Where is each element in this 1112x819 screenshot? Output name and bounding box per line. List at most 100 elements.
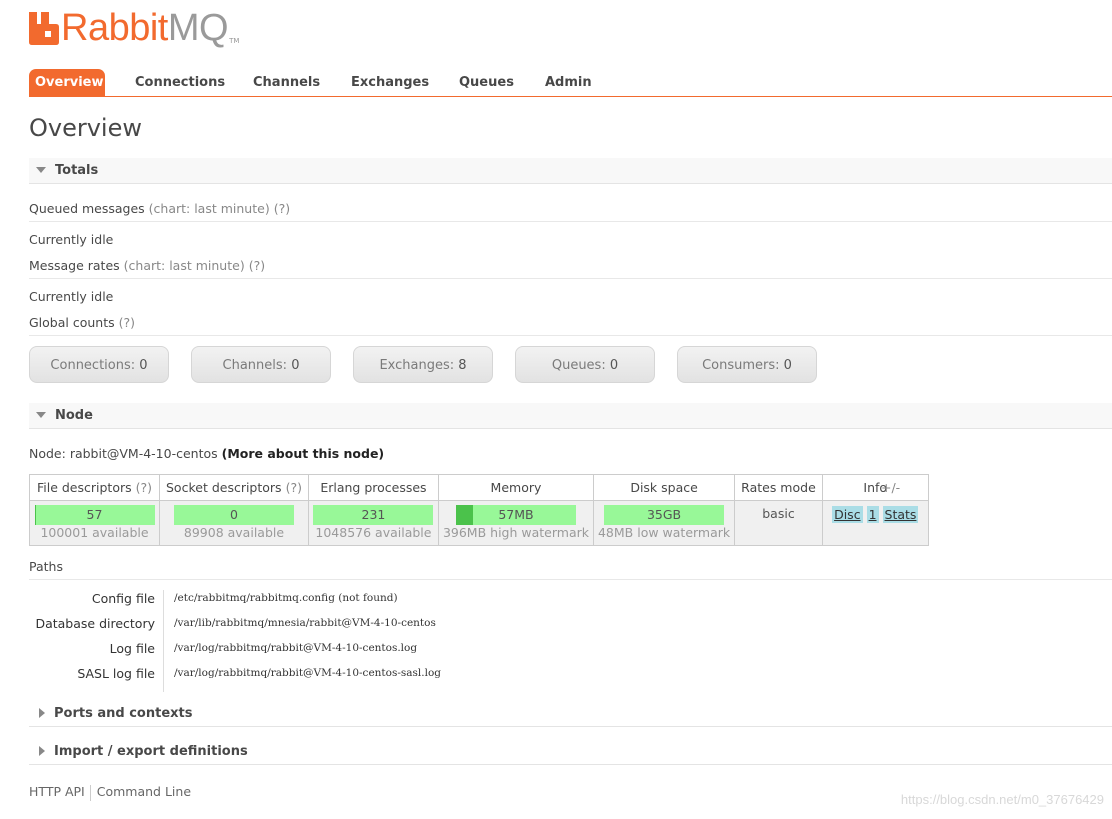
erlang-processes-available: 1048576 available bbox=[315, 525, 432, 540]
collapse-triangle-icon bbox=[36, 412, 46, 418]
footer-separator bbox=[89, 784, 91, 801]
consumers-count-button[interactable]: Consumers: 0 bbox=[677, 346, 817, 383]
exchanges-count-button[interactable]: Exchanges: 8 bbox=[353, 346, 493, 383]
socket-descriptors-available: 89908 available bbox=[183, 525, 285, 540]
queued-messages-heading: Queued messages (chart: last minute) (?) bbox=[29, 199, 1112, 222]
section-totals-title: Totals bbox=[55, 163, 99, 178]
memory-cell: 57MB 396MB high watermark bbox=[437, 500, 594, 546]
channels-count-button[interactable]: Channels: 0 bbox=[191, 346, 331, 383]
logo-rabbit-text: Rabbit bbox=[61, 7, 168, 49]
info-badge-stats[interactable]: Stats bbox=[882, 506, 919, 523]
watermark: https://blog.csdn.net/m0_37676429 bbox=[900, 792, 1104, 807]
footer: HTTP API Command Line bbox=[29, 784, 191, 801]
tab-exchanges[interactable]: Exchanges bbox=[345, 69, 435, 96]
count-label: Consumers: bbox=[702, 358, 780, 373]
tab-admin[interactable]: Admin bbox=[539, 69, 598, 96]
erlang-processes-bar: 231 bbox=[313, 505, 434, 525]
section-ports-and-contexts[interactable]: Ports and contexts bbox=[29, 701, 1112, 727]
col-disk-space: Disk space bbox=[592, 474, 736, 501]
section-import-export-title: Import / export definitions bbox=[54, 744, 248, 759]
col-rates-mode: Rates mode bbox=[734, 474, 823, 501]
info-cell: Disc 1 Stats bbox=[821, 500, 929, 546]
count-value: 0 bbox=[609, 358, 619, 373]
http-api-link[interactable]: HTTP API bbox=[29, 784, 85, 799]
info-badge-disc[interactable]: Disc bbox=[832, 506, 863, 523]
section-node-header[interactable]: Node bbox=[29, 403, 1112, 429]
section-totals-header[interactable]: Totals bbox=[29, 158, 1112, 184]
message-rates-help[interactable]: (?) bbox=[249, 258, 265, 273]
section-import-export[interactable]: Import / export definitions bbox=[29, 739, 1112, 765]
socket-descriptors-cell: 0 89908 available bbox=[159, 500, 309, 546]
queued-messages-label: Queued messages bbox=[29, 201, 145, 216]
node-stats-table: File descriptors (?) Socket descriptors … bbox=[29, 474, 929, 546]
file-descriptors-cell: 57 100001 available bbox=[29, 500, 160, 546]
path-value: /var/lib/rabbitmq/mnesia/rabbit@VM-4-10-… bbox=[174, 617, 436, 629]
message-rates-label: Message rates bbox=[29, 258, 120, 273]
path-label: SASL log file bbox=[77, 666, 155, 681]
count-value: 0 bbox=[783, 358, 792, 373]
bar-value: 57MB bbox=[498, 507, 534, 522]
count-value: 0 bbox=[291, 358, 300, 373]
memory-bar: 57MB bbox=[455, 505, 576, 525]
global-counts-help[interactable]: (?) bbox=[119, 315, 135, 330]
tab-channels[interactable]: Channels bbox=[247, 69, 326, 96]
main-nav-tabs: Overview Connections Channels Exchanges … bbox=[29, 69, 1112, 97]
global-counts-label: Global counts bbox=[29, 315, 115, 330]
disk-space-watermark: 48MB low watermark bbox=[597, 525, 731, 540]
col-label: File descriptors bbox=[36, 480, 132, 495]
global-counts-heading: Global counts (?) bbox=[29, 313, 1112, 336]
col-memory: Memory bbox=[437, 474, 594, 501]
column-toggle-plus-minus[interactable]: +/- bbox=[881, 480, 900, 495]
logo-trademark: TM bbox=[229, 37, 240, 45]
col-info: Info bbox=[821, 474, 929, 501]
count-value: 8 bbox=[458, 358, 467, 373]
path-label: Database directory bbox=[35, 616, 155, 631]
connections-count-button[interactable]: Connections: 0 bbox=[29, 346, 169, 383]
bar-value: 35GB bbox=[646, 507, 682, 522]
rabbitmq-logo: RabbitMQ TM bbox=[29, 7, 240, 49]
file-descriptors-available: 100001 available bbox=[40, 525, 149, 540]
path-row: SASL log file/var/log/rabbitmq/rabbit@VM… bbox=[29, 661, 479, 686]
tab-connections[interactable]: Connections bbox=[129, 69, 231, 96]
collapse-triangle-icon bbox=[36, 167, 46, 173]
disk-space-bar: 35GB bbox=[604, 505, 725, 525]
help-link[interactable]: (?) bbox=[136, 480, 152, 495]
expand-triangle-icon bbox=[39, 708, 45, 718]
more-about-node-link[interactable]: (More about this node) bbox=[222, 446, 385, 461]
tab-queues[interactable]: Queues bbox=[453, 69, 520, 96]
node-name-line: Node: rabbit@VM-4-10-centos (More about … bbox=[29, 446, 384, 461]
section-ports-title: Ports and contexts bbox=[54, 706, 193, 721]
expand-triangle-icon bbox=[39, 746, 45, 756]
tab-overview[interactable]: Overview bbox=[29, 69, 105, 96]
help-link[interactable]: (?) bbox=[286, 480, 302, 495]
logo-mq-text: MQ bbox=[167, 7, 229, 49]
path-label: Log file bbox=[109, 641, 155, 656]
message-rates-chart-link[interactable]: (chart: last minute) bbox=[124, 258, 245, 273]
count-label: Exchanges: bbox=[379, 358, 455, 373]
command-line-link[interactable]: Command Line bbox=[97, 784, 191, 799]
bar-value: 231 bbox=[361, 507, 386, 522]
count-value: 0 bbox=[139, 358, 148, 373]
page-title: Overview bbox=[29, 114, 142, 142]
count-label: Connections: bbox=[50, 358, 136, 373]
rates-mode-value: basic bbox=[734, 500, 823, 546]
node-name: rabbit@VM-4-10-centos bbox=[69, 446, 218, 461]
queued-messages-status: Currently idle bbox=[29, 232, 114, 247]
file-descriptors-bar: 57 bbox=[34, 505, 155, 525]
queued-messages-help[interactable]: (?) bbox=[274, 201, 290, 216]
info-badge-count[interactable]: 1 bbox=[866, 506, 879, 523]
node-prefix: Node: bbox=[29, 446, 66, 461]
erlang-processes-cell: 231 1048576 available bbox=[307, 500, 439, 546]
path-row: Database directory/var/lib/rabbitmq/mnes… bbox=[29, 611, 479, 636]
table-row: 57 100001 available 0 89908 available 23… bbox=[29, 500, 929, 546]
queued-messages-chart-link[interactable]: (chart: last minute) bbox=[149, 201, 270, 216]
disk-space-cell: 35GB 48MB low watermark bbox=[592, 500, 736, 546]
col-label: Socket descriptors bbox=[166, 480, 282, 495]
bar-value: 57 bbox=[86, 507, 103, 522]
paths-heading: Paths bbox=[29, 557, 1112, 580]
queues-count-button[interactable]: Queues: 0 bbox=[515, 346, 655, 383]
count-label: Channels: bbox=[222, 358, 288, 373]
node-table-header-row: File descriptors (?) Socket descriptors … bbox=[29, 474, 929, 501]
path-value: /var/log/rabbitmq/rabbit@VM-4-10-centos.… bbox=[174, 642, 418, 654]
col-socket-descriptors: Socket descriptors (?) bbox=[159, 474, 309, 501]
